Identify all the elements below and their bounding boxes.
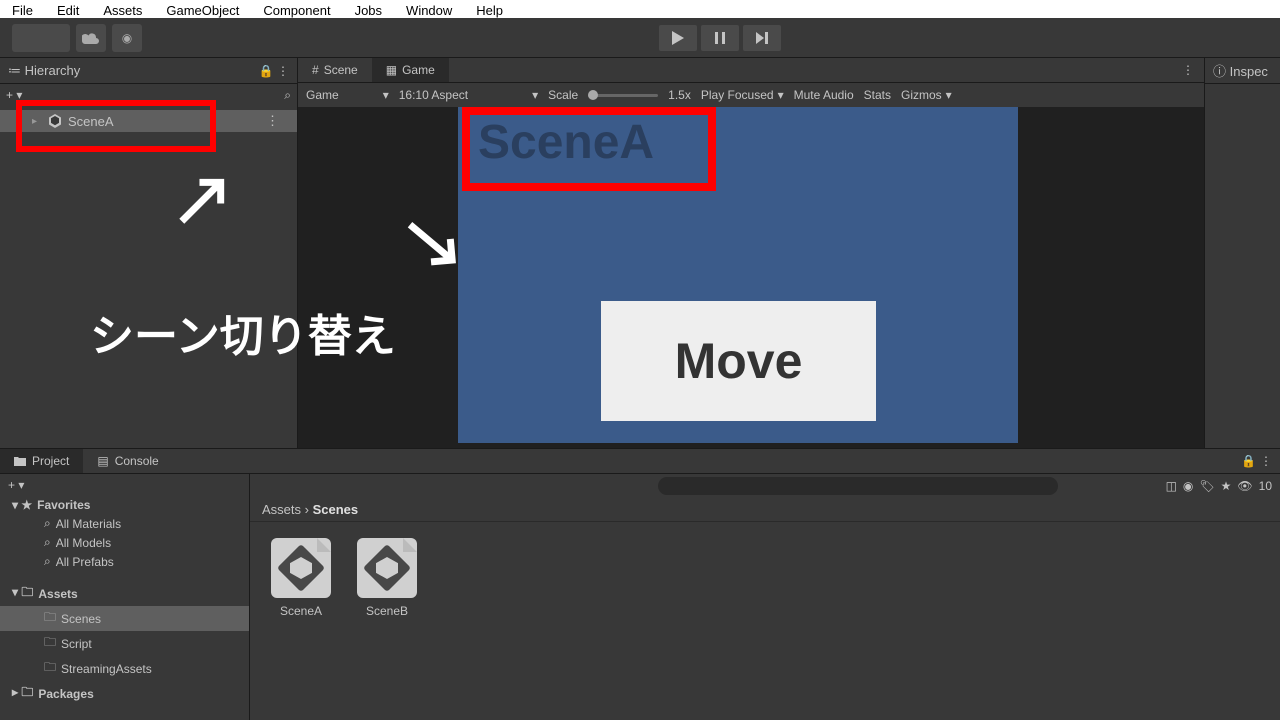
tree-favorites[interactable]: ▾ ★ Favorites bbox=[0, 496, 249, 514]
tree-packages[interactable]: ▸ 🗀 Packages bbox=[0, 681, 249, 706]
aspect-dropdown[interactable]: 16:10 Aspect▾ bbox=[399, 88, 538, 102]
tab-scene[interactable]: # Scene bbox=[298, 58, 372, 82]
project-content: ⌕ ◫ ◉ 🏷 ★ 👁10 Assets › Scenes SceneA bbox=[250, 474, 1280, 720]
move-button[interactable]: Move bbox=[601, 301, 876, 421]
menu-component[interactable]: Component bbox=[251, 2, 342, 16]
menu-assets[interactable]: Assets bbox=[91, 2, 154, 16]
game-canvas: SceneA Move bbox=[458, 107, 1018, 443]
play-focused-dropdown[interactable]: Play Focused ▾ bbox=[701, 88, 784, 102]
gizmos-dropdown[interactable]: Gizmos ▾ bbox=[901, 88, 952, 102]
tree-fav-item[interactable]: ⌕ All Prefabs bbox=[0, 552, 249, 571]
tree-folder-streaming[interactable]: 🗀 StreamingAssets bbox=[0, 656, 249, 681]
tree-assets[interactable]: ▾ 🗀 Assets bbox=[0, 581, 249, 606]
hierarchy-add-icon[interactable]: + ▾ bbox=[6, 88, 22, 102]
account-box[interactable] bbox=[12, 24, 70, 52]
lock-icon[interactable]: 🔒 bbox=[1241, 454, 1256, 468]
scene-menu-icon[interactable]: ⋮ bbox=[266, 113, 279, 129]
menu-file[interactable]: File bbox=[0, 2, 45, 16]
hierarchy-menu-icon[interactable]: 🔒 ⋮ bbox=[259, 64, 289, 78]
menu-gameobject[interactable]: GameObject bbox=[154, 2, 251, 16]
filter-type-icon[interactable]: ◫ bbox=[1166, 479, 1177, 493]
pause-button[interactable] bbox=[701, 25, 739, 51]
tab-menu-icon[interactable]: ⋮ bbox=[1172, 58, 1204, 82]
breadcrumb-root[interactable]: Assets bbox=[262, 502, 301, 517]
cloud-icon[interactable] bbox=[76, 24, 106, 52]
hierarchy-panel: ≔ Hierarchy 🔒 ⋮ + ▾ ⌕ SceneA ⋮ bbox=[0, 58, 298, 448]
filter-label-icon[interactable]: ◉ bbox=[1183, 479, 1193, 493]
tree-fav-item[interactable]: ⌕ All Models bbox=[0, 533, 249, 552]
add-asset-icon[interactable]: + ▾ bbox=[8, 478, 24, 492]
menu-edit[interactable]: Edit bbox=[45, 2, 91, 16]
tab-game[interactable]: ▦ Game bbox=[372, 58, 449, 82]
hierarchy-title: ≔ Hierarchy bbox=[8, 63, 80, 79]
hierarchy-scene-row[interactable]: SceneA ⋮ bbox=[0, 110, 297, 132]
main-toolbar: ◉ bbox=[0, 18, 1280, 58]
inspector-title: ⓘ Inspec bbox=[1213, 61, 1268, 80]
scene-title-text: SceneA bbox=[478, 115, 654, 170]
step-button[interactable] bbox=[743, 25, 781, 51]
project-panel: Project ▤ Console 🔒 ⋮ + ▾ ▾ ★ Favorites … bbox=[0, 448, 1280, 720]
asset-item[interactable]: SceneA bbox=[266, 538, 336, 618]
tree-folder-script[interactable]: 🗀 Script bbox=[0, 631, 249, 656]
unity-scene-icon bbox=[48, 114, 62, 128]
scale-slider[interactable] bbox=[588, 94, 658, 97]
favorite-icon[interactable]: ★ bbox=[1221, 479, 1232, 493]
project-search-input[interactable] bbox=[658, 477, 1058, 495]
scene-file-icon bbox=[357, 538, 417, 598]
stats-toggle[interactable]: Stats bbox=[864, 88, 891, 102]
menu-help[interactable]: Help bbox=[464, 2, 515, 16]
game-mode-dropdown[interactable]: Game▾ bbox=[306, 88, 389, 102]
folder-icon bbox=[14, 456, 26, 467]
center-panel: # Scene ▦ Game ⋮ Game▾ 16:10 Aspect▾ Sca… bbox=[298, 58, 1204, 448]
breadcrumb: Assets › Scenes bbox=[250, 498, 1280, 522]
game-view: SceneA Move bbox=[298, 107, 1204, 448]
play-button[interactable] bbox=[659, 25, 697, 51]
play-controls bbox=[659, 25, 781, 51]
filter-tag-icon[interactable]: 🏷 bbox=[1199, 479, 1214, 493]
menu-jobs[interactable]: Jobs bbox=[343, 2, 394, 16]
hierarchy-scene-name: SceneA bbox=[68, 114, 114, 129]
history-icon[interactable]: ◉ bbox=[112, 24, 142, 52]
menubar: File Edit Assets GameObject Component Jo… bbox=[0, 0, 1280, 18]
tab-project[interactable]: Project bbox=[0, 449, 83, 473]
panel-menu-icon[interactable]: ⋮ bbox=[1260, 454, 1272, 468]
inspector-panel: ⓘ Inspec bbox=[1204, 58, 1280, 448]
menu-window[interactable]: Window bbox=[394, 2, 464, 16]
scale-label: Scale bbox=[548, 88, 578, 102]
project-tree: + ▾ ▾ ★ Favorites ⌕ All Materials ⌕ All … bbox=[0, 474, 250, 720]
scene-file-icon bbox=[271, 538, 331, 598]
mute-audio-toggle[interactable]: Mute Audio bbox=[794, 88, 854, 102]
hidden-toggle-icon[interactable]: 👁 bbox=[1237, 479, 1252, 493]
game-toolbar: Game▾ 16:10 Aspect▾ Scale 1.5x Play Focu… bbox=[298, 83, 1204, 107]
scale-value: 1.5x bbox=[668, 88, 691, 102]
tree-fav-item[interactable]: ⌕ All Materials bbox=[0, 514, 249, 533]
asset-name: SceneB bbox=[366, 604, 408, 618]
asset-name: SceneA bbox=[280, 604, 322, 618]
breadcrumb-current: Scenes bbox=[313, 502, 359, 517]
hierarchy-search-input[interactable]: ⌕ bbox=[284, 88, 291, 103]
tree-folder-scenes[interactable]: 🗀 Scenes bbox=[0, 606, 249, 631]
tab-console[interactable]: ▤ Console bbox=[83, 449, 172, 473]
hidden-count: 10 bbox=[1259, 479, 1272, 493]
asset-item[interactable]: SceneB bbox=[352, 538, 422, 618]
